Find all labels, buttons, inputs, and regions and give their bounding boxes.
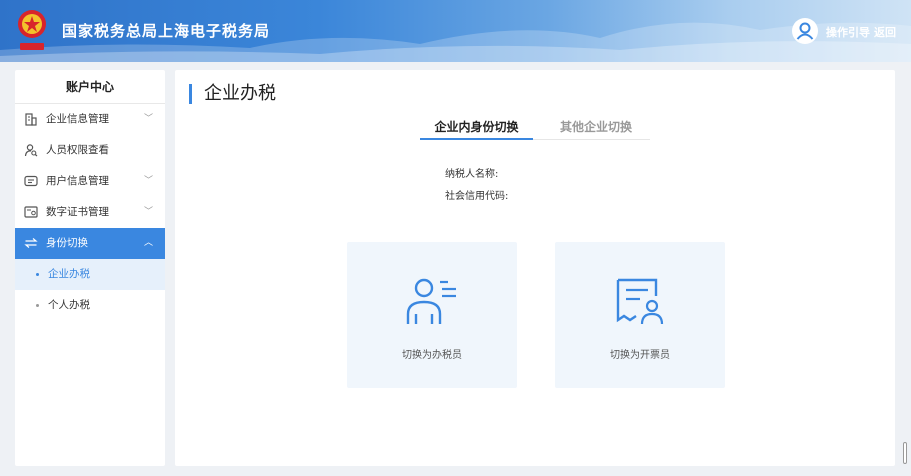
invoice-clerk-icon	[616, 278, 664, 325]
scrollbar[interactable]	[903, 442, 907, 464]
sidebar-item-user-info[interactable]: 用户信息管理 ﹀	[15, 166, 165, 197]
site-header: 国家税务总局上海电子税务局 操作引导 返回	[0, 0, 911, 62]
tax-officer-icon	[406, 278, 456, 324]
chevron-down-icon: ﹀	[143, 114, 153, 124]
switch-to-tax-officer-card[interactable]: 切换为办税员	[347, 242, 517, 388]
sidebar-item-identity-switch[interactable]: 身份切换 ︿	[15, 228, 165, 259]
user-avatar-icon[interactable]	[792, 18, 818, 44]
sidebar-subitem-company-tax[interactable]: 企业办税	[15, 259, 165, 290]
building-icon	[25, 113, 37, 126]
tab-internal-identity-switch[interactable]: 企业内身份切换	[420, 118, 533, 140]
taxpayer-name-label: 纳税人名称:	[445, 169, 499, 180]
sidebar-item-certificate[interactable]: 数字证书管理 ﹀	[15, 197, 165, 228]
sidebar: 账户中心 企业信息管理 ﹀ 人员权限查看 用户信息管理 ﹀ 数字证书管理 ﹀ 身…	[15, 70, 165, 466]
sidebar-title: 账户中心	[15, 70, 165, 104]
switch-icon	[24, 238, 38, 248]
certificate-icon	[24, 206, 38, 218]
switch-to-invoice-clerk-card[interactable]: 切换为开票员	[555, 242, 725, 388]
chevron-up-icon: ︿	[143, 238, 153, 248]
sidebar-subitem-personal-tax[interactable]: 个人办税	[15, 290, 165, 321]
back-link[interactable]: 返回	[874, 24, 896, 40]
credit-code-label: 社会信用代码:	[445, 191, 509, 202]
bullet-dot-icon	[36, 273, 39, 276]
sidebar-item-label: 数字证书管理	[46, 206, 109, 218]
tab-bar: 企业内身份切换 其他企业切换	[420, 118, 650, 140]
chevron-down-icon: ﹀	[143, 176, 153, 186]
page-title: 企业办税	[189, 84, 276, 104]
card-label: 切换为办税员	[402, 350, 462, 361]
sidebar-item-label: 人员权限查看	[46, 144, 109, 156]
user-card-icon	[24, 175, 38, 187]
card-label: 切换为开票员	[610, 350, 670, 361]
person-search-icon	[24, 144, 38, 157]
sidebar-subitem-label: 个人办税	[48, 299, 90, 311]
tab-other-company-switch[interactable]: 其他企业切换	[560, 118, 632, 140]
site-title: 国家税务总局上海电子税务局	[62, 22, 271, 40]
sidebar-item-company-info[interactable]: 企业信息管理 ﹀	[15, 104, 165, 135]
chevron-down-icon: ﹀	[143, 207, 153, 217]
sidebar-item-label: 身份切换	[46, 237, 88, 249]
main-panel: 企业办税 企业内身份切换 其他企业切换 纳税人名称: 社会信用代码: 切换为办税…	[175, 70, 895, 466]
operation-guide-link[interactable]: 操作引导	[826, 24, 870, 40]
sidebar-subitem-label: 企业办税	[48, 268, 90, 280]
sidebar-item-label: 企业信息管理	[46, 113, 109, 125]
sidebar-item-permission-view[interactable]: 人员权限查看	[15, 135, 165, 166]
tax-emblem-icon	[18, 10, 46, 50]
sidebar-item-label: 用户信息管理	[46, 175, 109, 187]
bullet-dot-icon	[36, 304, 39, 307]
